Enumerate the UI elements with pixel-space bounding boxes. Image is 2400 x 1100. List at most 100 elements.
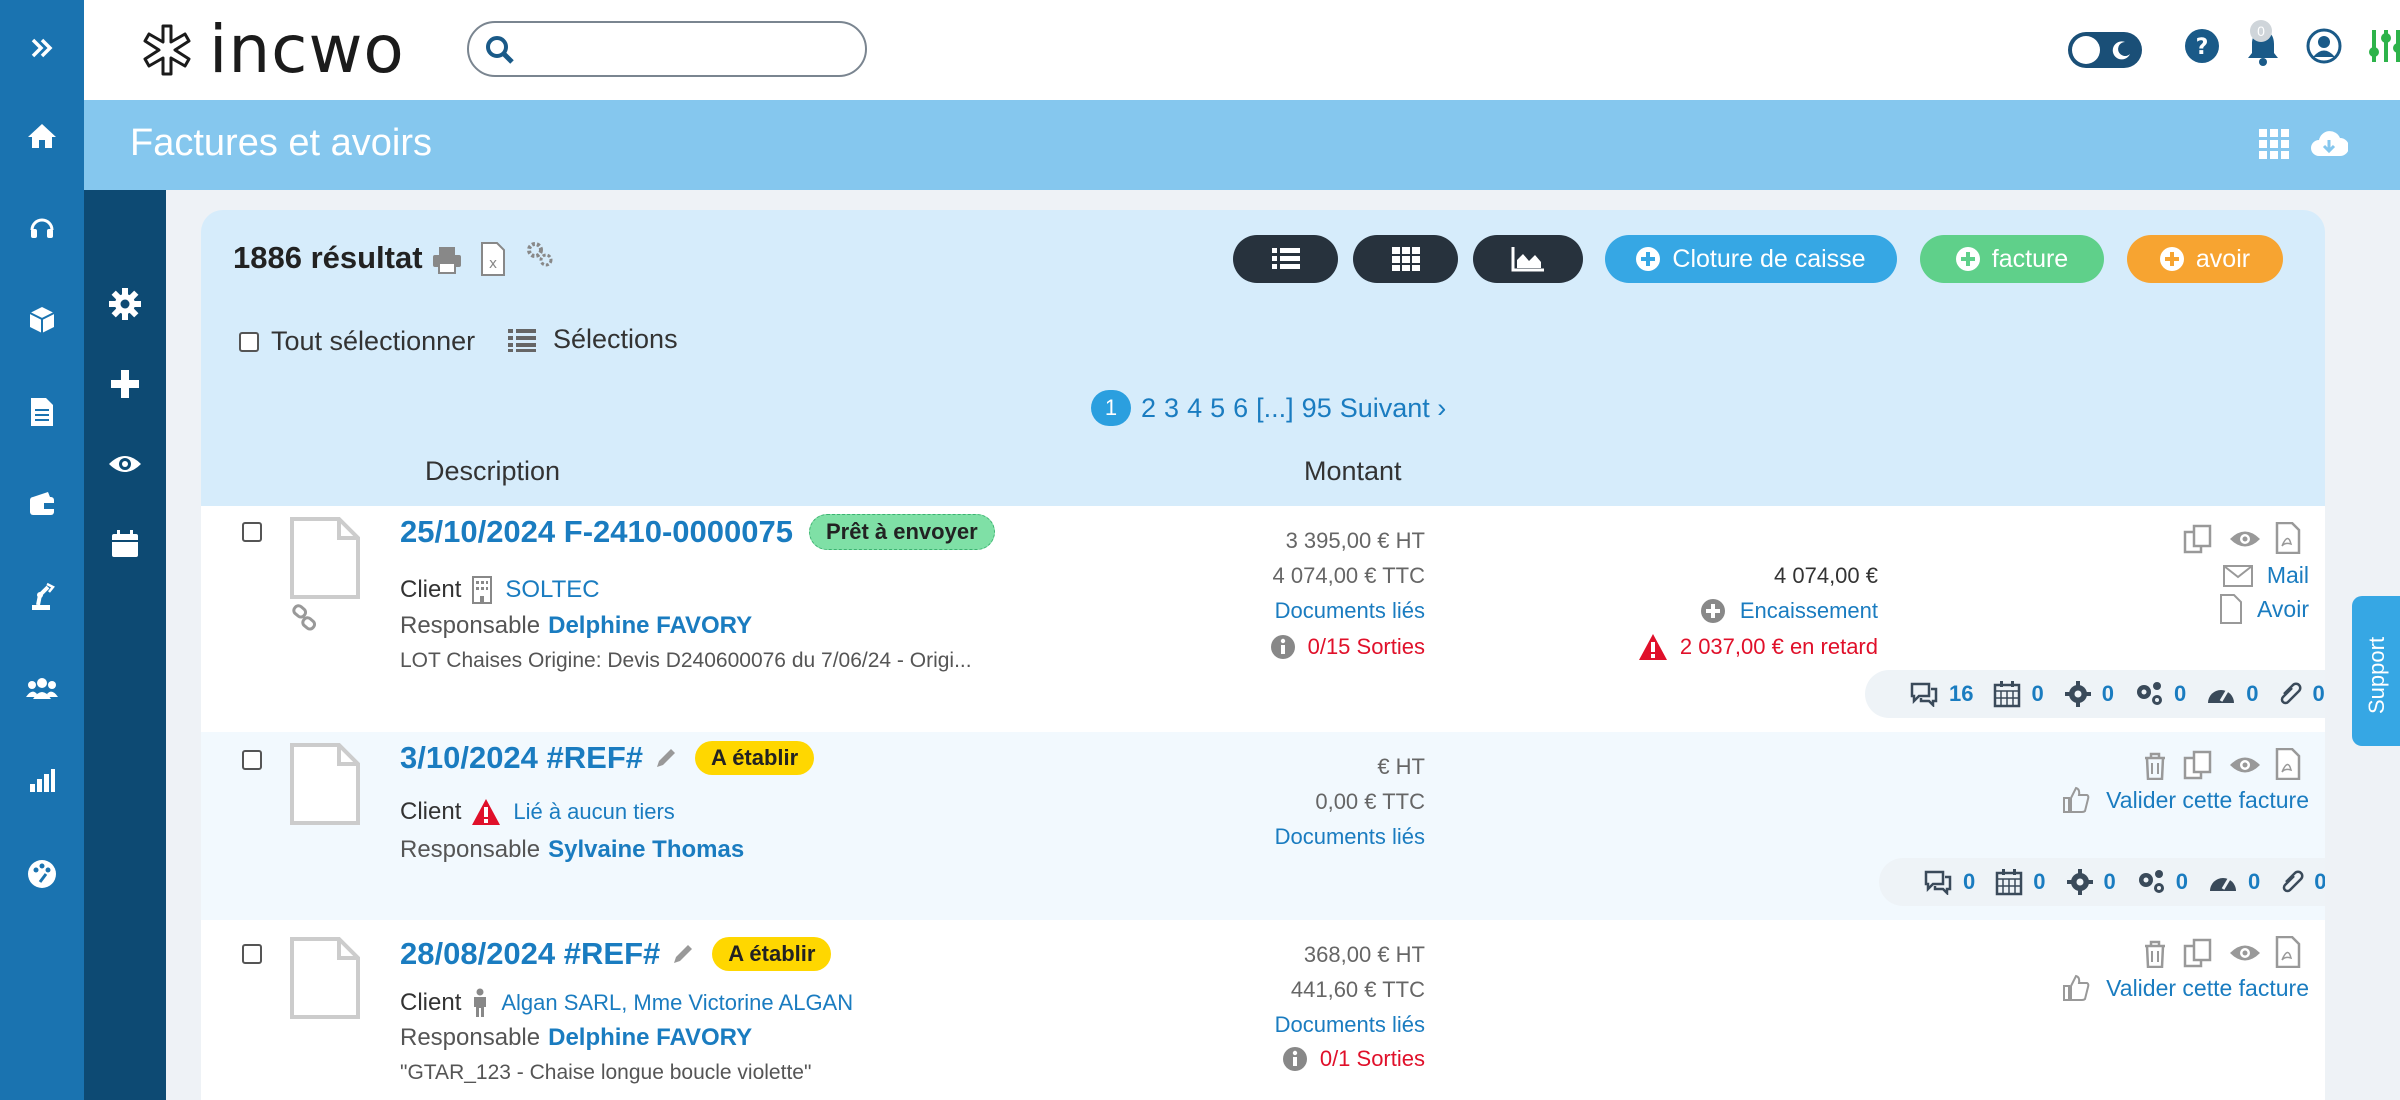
grid-view-button[interactable] <box>1353 235 1458 283</box>
view-eye-icon[interactable] <box>105 444 145 484</box>
add-plus-icon[interactable] <box>105 364 145 404</box>
eye-icon[interactable] <box>2229 942 2261 964</box>
comments-count[interactable]: 0 <box>1923 869 1975 895</box>
chain-link-icon[interactable] <box>291 604 319 632</box>
page-link[interactable]: 4 <box>1187 393 1202 424</box>
client-name-link[interactable]: Algan SARL, Mme Victorine ALGAN <box>501 990 853 1016</box>
document-file-icon[interactable] <box>289 936 361 1020</box>
client-name-link[interactable]: SOLTEC <box>505 576 599 604</box>
page-link-last[interactable]: 95 <box>1302 393 1332 424</box>
search-input[interactable] <box>525 31 845 67</box>
invoices-panel: 1886 résultat x Cloture de caisse factur… <box>201 210 2325 1100</box>
calendar-icon[interactable] <box>105 524 145 564</box>
new-avoir-button[interactable]: avoir <box>2127 235 2283 283</box>
dashboard-count[interactable]: 0 <box>2208 869 2260 895</box>
settings-sliders-icon[interactable] <box>2366 26 2400 66</box>
dashboard-count[interactable]: 0 <box>2206 681 2258 707</box>
calendar-icon <box>1996 869 2023 896</box>
documents-lies-link[interactable]: Documents liés <box>1275 598 1425 624</box>
column-description[interactable]: Description <box>425 456 560 487</box>
print-icon[interactable] <box>432 246 462 274</box>
sorties-line[interactable]: 0/1 Sorties <box>1282 1046 1425 1072</box>
pdf-icon[interactable] <box>2275 936 2301 968</box>
encaissement-link[interactable]: Encaissement <box>1700 598 1878 624</box>
page-link[interactable]: 5 <box>1210 393 1225 424</box>
attachments-count[interactable]: 0 <box>2278 680 2325 708</box>
chart-view-button[interactable] <box>1473 235 1583 283</box>
sorties-line[interactable]: 0/15 Sorties <box>1270 634 1425 660</box>
cloture-de-caisse-button[interactable]: Cloture de caisse <box>1605 235 1897 283</box>
documents-lies-link[interactable]: Documents liés <box>1275 824 1425 850</box>
valider-facture-link[interactable]: Valider cette facture <box>2062 974 2309 1002</box>
row-checkbox[interactable] <box>242 522 262 542</box>
gear-count[interactable]: 0 <box>2064 680 2114 708</box>
page-link[interactable]: 6 <box>1233 393 1248 424</box>
box-icon[interactable] <box>22 300 62 340</box>
comments-count[interactable]: 16 <box>1909 681 1973 707</box>
new-facture-button[interactable]: facture <box>1920 235 2104 283</box>
robot-arm-icon[interactable] <box>22 576 62 616</box>
copy-icon[interactable] <box>2183 750 2213 780</box>
copy-icon[interactable] <box>2183 938 2213 968</box>
users-icon[interactable] <box>22 668 62 708</box>
row-checkbox[interactable] <box>242 944 262 964</box>
responsable-name[interactable]: Delphine FAVORY <box>548 1024 752 1052</box>
list-view-button[interactable] <box>1233 235 1338 283</box>
selections-button[interactable]: Sélections <box>507 324 678 355</box>
client-name-link[interactable]: Lié à aucun tiers <box>513 799 674 825</box>
settings-gear-icon[interactable] <box>105 284 145 324</box>
next-page-link[interactable]: Suivant › <box>1340 393 1447 424</box>
cogs-icon[interactable] <box>525 240 555 270</box>
responsable-name[interactable]: Sylvaine Thomas <box>548 836 744 864</box>
invoice-date-ref[interactable]: 25/10/2024 F-2410-0000075 <box>400 514 793 550</box>
trash-icon[interactable] <box>2143 940 2167 968</box>
palette-icon[interactable] <box>22 854 62 894</box>
gear-count[interactable]: 0 <box>2066 868 2116 896</box>
eye-icon[interactable] <box>2229 528 2261 550</box>
page-link[interactable]: 3 <box>1164 393 1179 424</box>
row-checkbox[interactable] <box>242 750 262 770</box>
attachments-count[interactable]: 0 <box>2280 868 2325 896</box>
pdf-icon[interactable] <box>2275 748 2301 780</box>
page-link[interactable]: 2 <box>1141 393 1156 424</box>
apps-grid-icon[interactable] <box>2258 128 2290 160</box>
select-all[interactable]: Tout sélectionner <box>239 326 475 357</box>
document-file-icon[interactable] <box>289 742 361 826</box>
headset-icon[interactable] <box>22 208 62 248</box>
wallet-icon[interactable] <box>22 484 62 524</box>
invoice-date-ref[interactable]: 28/08/2024 #REF# <box>400 936 660 972</box>
events-count[interactable]: 0 <box>1993 680 2044 708</box>
cogs-count[interactable]: 0 <box>2134 680 2186 708</box>
column-montant[interactable]: Montant <box>1304 456 1402 487</box>
document-icon[interactable] <box>22 392 62 432</box>
support-tab[interactable]: Support <box>2352 596 2400 746</box>
plus-circle-icon <box>2159 247 2184 271</box>
bar-chart-icon[interactable] <box>22 760 62 800</box>
events-count[interactable]: 0 <box>1995 868 2046 896</box>
valider-facture-link[interactable]: Valider cette facture <box>2062 786 2309 814</box>
home-icon[interactable] <box>22 116 62 156</box>
pdf-icon[interactable] <box>2275 522 2301 554</box>
select-all-checkbox[interactable] <box>239 331 259 352</box>
user-account-icon[interactable] <box>2306 28 2342 64</box>
responsable-name[interactable]: Delphine FAVORY <box>548 612 752 640</box>
avoir-link[interactable]: Avoir <box>2219 594 2309 624</box>
trash-icon[interactable] <box>2143 752 2167 780</box>
excel-export-icon[interactable]: x <box>480 242 506 276</box>
eye-icon[interactable] <box>2229 754 2261 776</box>
help-icon[interactable]: ? <box>2184 28 2220 64</box>
dark-mode-toggle[interactable] <box>2068 32 2142 68</box>
cloud-download-icon[interactable] <box>2310 128 2348 160</box>
invoice-date-ref[interactable]: 3/10/2024 #REF# <box>400 740 643 776</box>
pencil-edit-icon[interactable] <box>670 941 696 967</box>
search-box[interactable] <box>467 21 867 77</box>
expand-menu-icon[interactable] <box>22 28 62 68</box>
documents-lies-link[interactable]: Documents liés <box>1275 1012 1425 1038</box>
pencil-edit-icon[interactable] <box>653 745 679 771</box>
mail-link[interactable]: Mail <box>2222 562 2309 589</box>
incwo-logo[interactable]: incwo <box>139 17 405 83</box>
document-file-icon[interactable] <box>289 516 361 600</box>
copy-icon[interactable] <box>2183 524 2213 554</box>
cogs-count[interactable]: 0 <box>2136 868 2188 896</box>
page-current[interactable]: 1 <box>1091 390 1131 426</box>
